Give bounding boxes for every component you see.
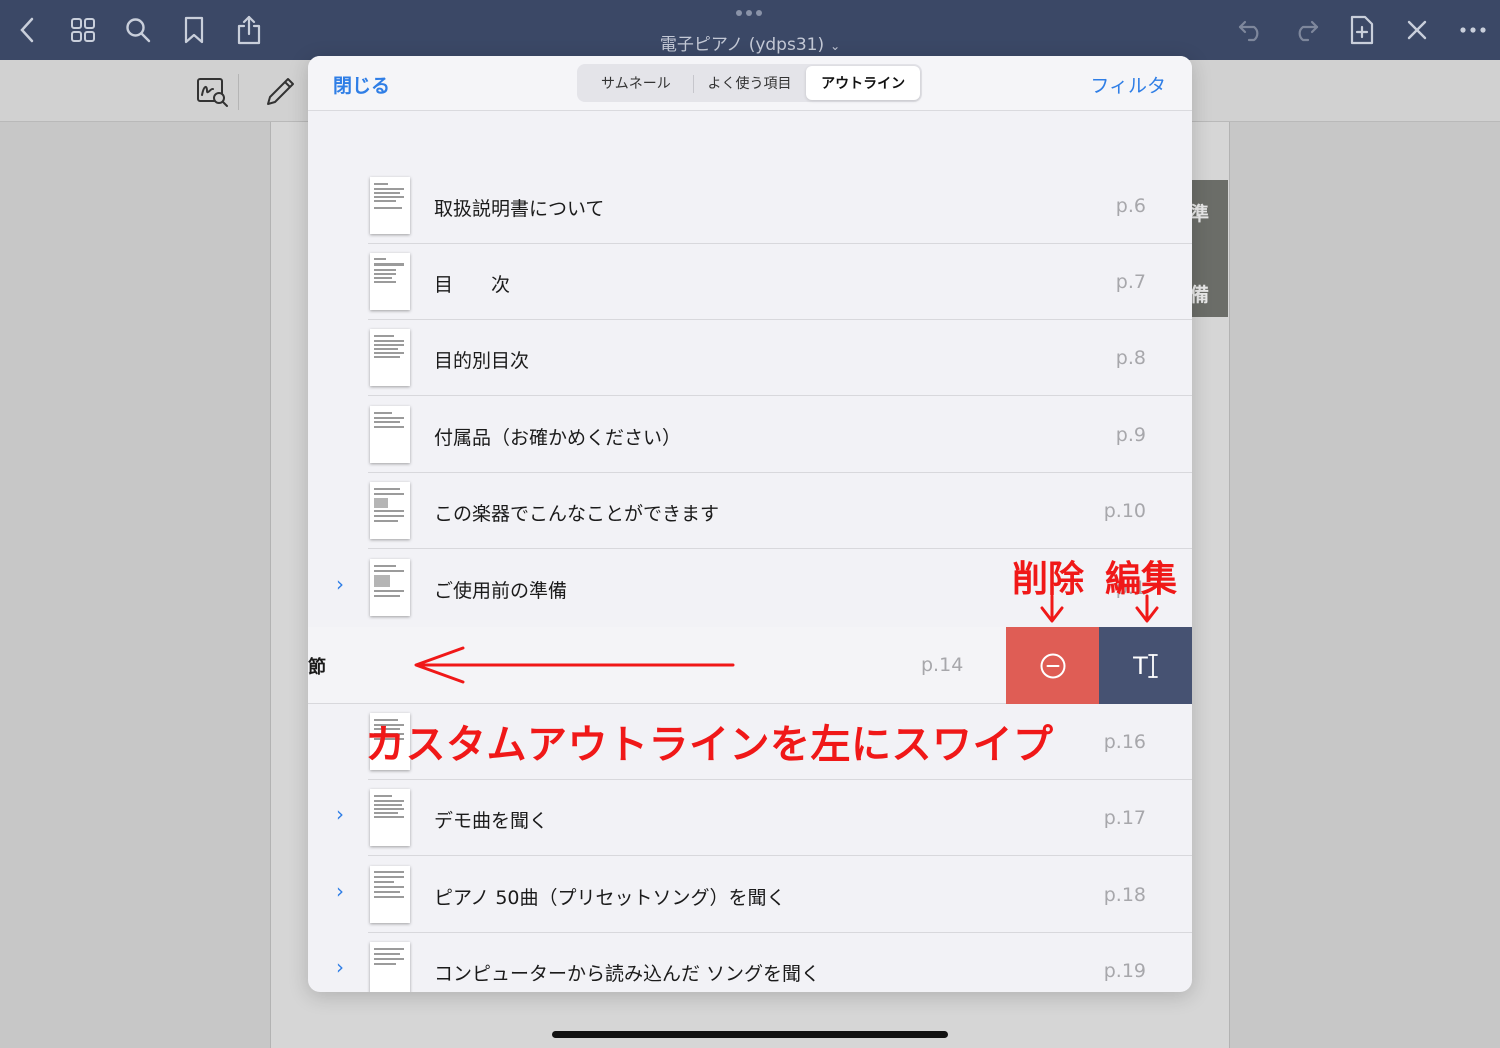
annotation-arrows	[414, 594, 1159, 684]
delete-caption: 削除	[1012, 559, 1085, 600]
edit-caption: 編集	[1105, 559, 1178, 600]
swipe-left-arrow	[414, 646, 735, 684]
swipe-instruction-caption: カスタムアウトラインを左にスワイプ	[365, 722, 1054, 768]
home-indicator[interactable]	[552, 1031, 948, 1038]
